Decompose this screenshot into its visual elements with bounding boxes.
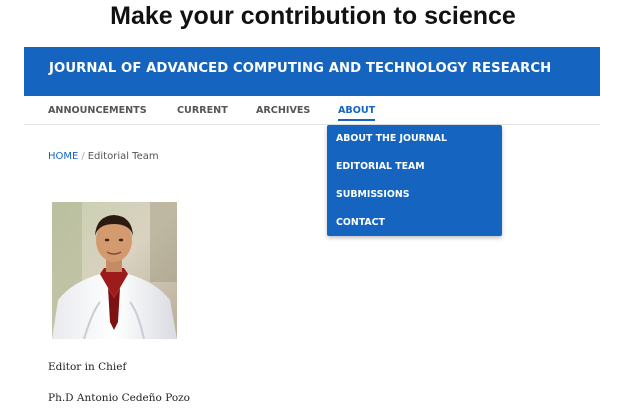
page-banner-title: Make your contribution to science (110, 2, 516, 30)
breadcrumb-current: Editorial Team (87, 151, 159, 162)
site-header: JOURNAL OF ADVANCED COMPUTING AND TECHNO… (24, 47, 600, 96)
menu-item-editorial-team[interactable]: EDITORIAL TEAM (336, 161, 425, 172)
nav-item-announcements[interactable]: ANNOUNCEMENTS (48, 105, 147, 116)
editor-role: Editor in Chief (48, 361, 127, 373)
breadcrumb: HOME / Editorial Team (48, 151, 159, 162)
nav-item-current[interactable]: CURRENT (177, 105, 228, 116)
journal-name[interactable]: JOURNAL OF ADVANCED COMPUTING AND TECHNO… (49, 61, 551, 76)
menu-item-contact[interactable]: CONTACT (336, 217, 385, 228)
editor-name: Ph.D Antonio Cedeño Pozo (48, 392, 191, 404)
nav-item-archives[interactable]: ARCHIVES (256, 105, 310, 116)
about-dropdown-menu: ABOUT THE JOURNAL EDITORIAL TEAM SUBMISS… (327, 125, 502, 236)
menu-item-about-the-journal[interactable]: ABOUT THE JOURNAL (336, 133, 447, 144)
breadcrumb-separator: / (81, 151, 85, 162)
editor-portrait-icon (52, 202, 177, 339)
main-nav: ANNOUNCEMENTS CURRENT ARCHIVES ABOUT (24, 96, 600, 125)
breadcrumb-home-link[interactable]: HOME (48, 151, 78, 162)
menu-item-submissions[interactable]: SUBMISSIONS (336, 189, 409, 200)
nav-item-about[interactable]: ABOUT (338, 105, 376, 121)
